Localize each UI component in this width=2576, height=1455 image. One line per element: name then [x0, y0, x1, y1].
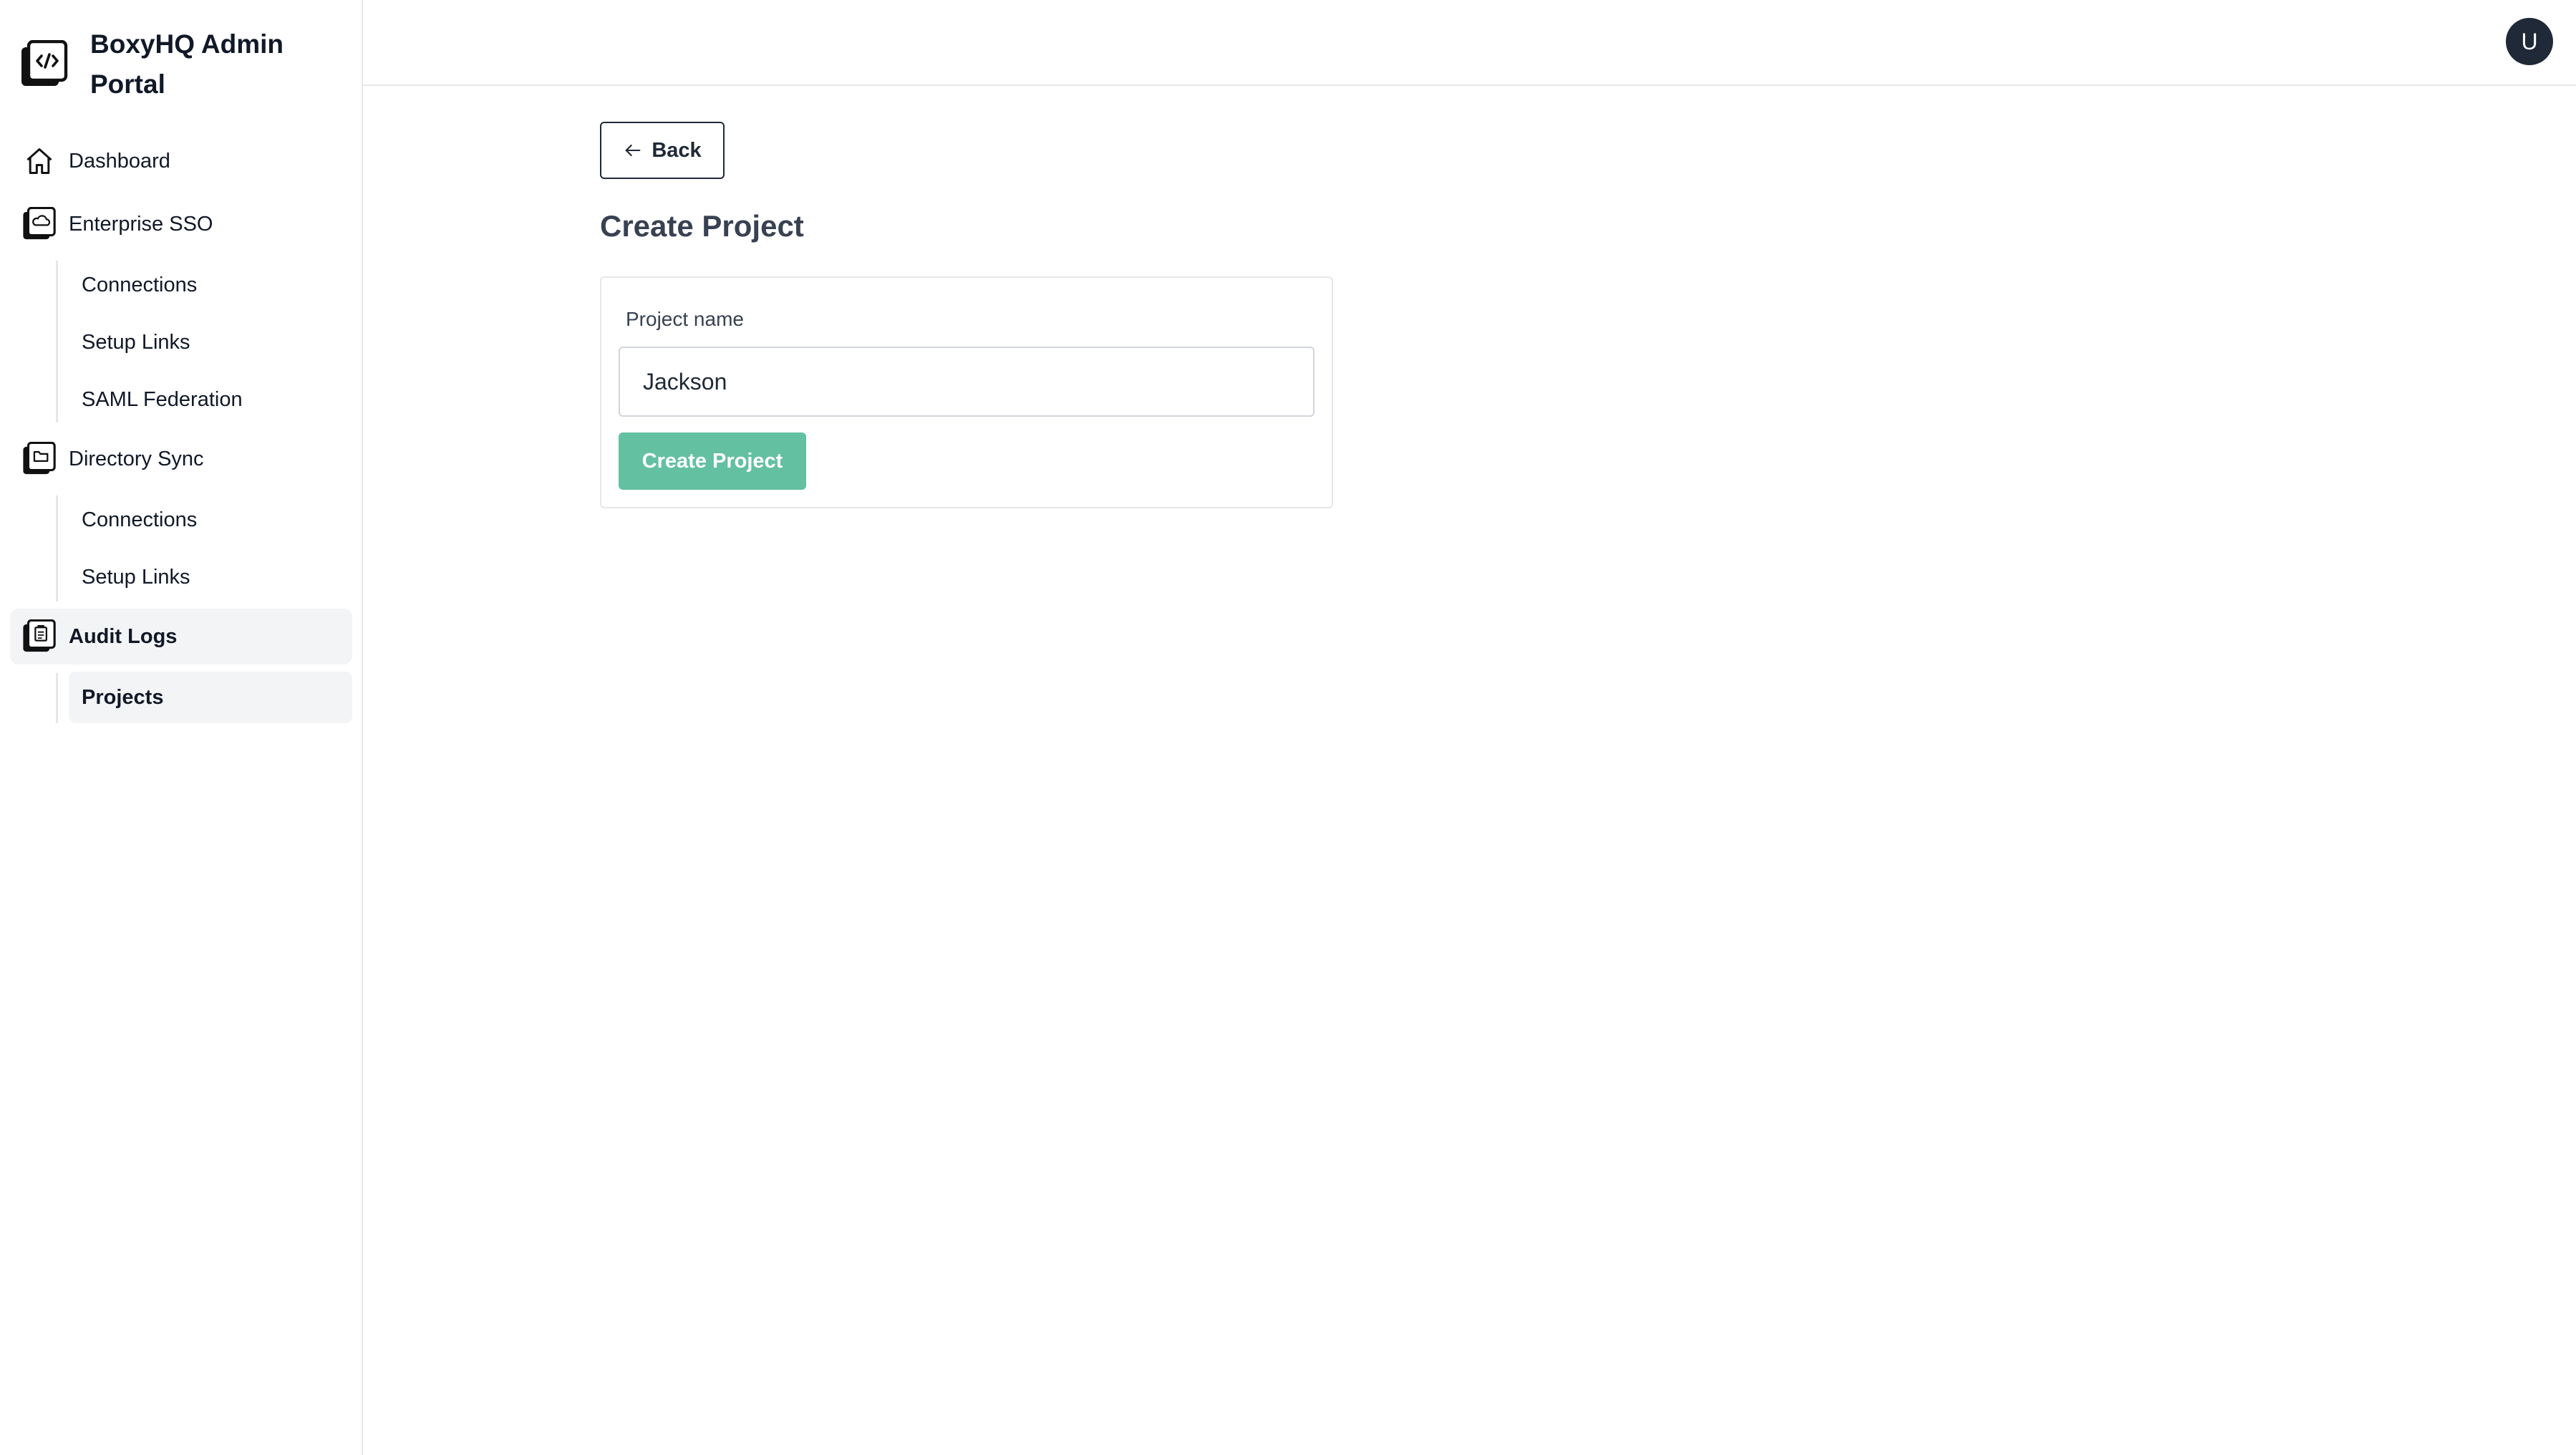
sidebar-item-dashboard[interactable]: Dashboard [10, 133, 352, 189]
home-icon [21, 143, 57, 179]
back-button-label: Back [652, 138, 702, 162]
code-brackets-icon [21, 40, 68, 86]
create-project-button[interactable]: Create Project [619, 432, 806, 490]
project-name-input[interactable] [619, 347, 1314, 417]
cloud-icon [21, 206, 57, 242]
sidebar-item-sso-setup-links[interactable]: Setup Links [69, 316, 352, 368]
sidebar-item-label: Enterprise SSO [69, 212, 213, 236]
clipboard-icon [21, 619, 57, 654]
arrow-left-icon [625, 144, 641, 157]
sidebar-item-label: Dashboard [69, 149, 170, 173]
sidebar-item-saml-federation[interactable]: SAML Federation [69, 374, 352, 425]
page-title: Create Project [600, 209, 804, 243]
top-bar: U [363, 0, 2576, 86]
sidebar-item-audit-logs[interactable]: Audit Logs [10, 609, 352, 664]
sidebar-item-enterprise-sso[interactable]: Enterprise SSO [10, 196, 352, 252]
sidebar-item-projects[interactable]: Projects [69, 672, 352, 723]
sidebar-item-dsync-setup-links[interactable]: Setup Links [69, 551, 352, 603]
brand[interactable]: BoxyHQ Admin Portal [20, 24, 348, 105]
avatar[interactable]: U [2506, 18, 2553, 65]
sidebar-item-label: Audit Logs [69, 624, 178, 648]
sidebar-item-sso-connections[interactable]: Connections [69, 259, 352, 311]
create-project-form: Project name Create Project [600, 276, 1333, 508]
brand-title: BoxyHQ Admin Portal [90, 29, 284, 99]
back-button[interactable]: Back [600, 122, 725, 179]
dsync-subnav-rail [56, 496, 58, 601]
sso-subnav-rail [56, 261, 58, 422]
folder-icon [21, 441, 57, 477]
sidebar-item-dsync-connections[interactable]: Connections [69, 494, 352, 546]
sidebar: BoxyHQ Admin Portal Dashboard Enterprise… [0, 0, 363, 1455]
audit-subnav-rail [56, 673, 58, 723]
project-name-label: Project name [626, 308, 744, 330]
sidebar-item-label: Directory Sync [69, 447, 204, 470]
sidebar-item-directory-sync[interactable]: Directory Sync [10, 431, 352, 487]
